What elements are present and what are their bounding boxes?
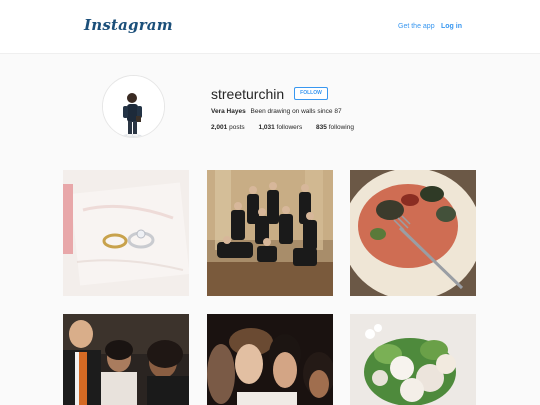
post-thumbnail-flower-bouquet[interactable] [350, 314, 476, 405]
profile-bio-text: Been drawing on walls since 87 [250, 108, 342, 115]
avatar-person-image [103, 76, 164, 137]
following-stat[interactable]: 835 following [316, 124, 354, 131]
post-thumbnail-selfie-group[interactable] [207, 314, 333, 405]
profile-stats: 2,001 posts 1,031 followers 835 followin… [211, 124, 366, 131]
party-people-image [63, 314, 189, 405]
flower-bouquet-image [350, 314, 476, 405]
profile-bio: Vera Hayes Been drawing on walls since 8… [211, 108, 342, 115]
followers-label: followers [276, 124, 303, 131]
following-label: following [328, 124, 354, 131]
profile-avatar [102, 75, 165, 138]
wedding-rings-image [63, 170, 189, 296]
followers-count: 1,031 [258, 124, 275, 131]
following-count: 835 [316, 124, 327, 131]
followers-stat[interactable]: 1,031 followers [258, 124, 302, 131]
group-of-men-image [207, 170, 333, 296]
follow-button[interactable]: FOLLOW [294, 87, 328, 100]
post-thumbnail-wedding-rings[interactable] [63, 170, 189, 296]
get-the-app-link[interactable]: Get the app [398, 23, 435, 30]
instagram-logo[interactable]: Instagram [84, 16, 173, 34]
profile-full-name: Vera Hayes [211, 108, 246, 115]
plate-of-food-image [350, 170, 476, 296]
log-in-link[interactable]: Log in [441, 23, 462, 30]
selfie-group-image [207, 314, 333, 405]
post-thumbnail-plate-of-food[interactable] [350, 170, 476, 296]
profile-username: streeturchin [211, 86, 285, 102]
posts-label: posts [229, 124, 245, 131]
post-thumbnail-party-people[interactable] [63, 314, 189, 405]
post-thumbnail-group-of-men[interactable] [207, 170, 333, 296]
posts-stat: 2,001 posts [211, 124, 245, 131]
top-navigation-bar: Instagram Get the app Log in [0, 0, 540, 54]
posts-count: 2,001 [211, 124, 228, 131]
